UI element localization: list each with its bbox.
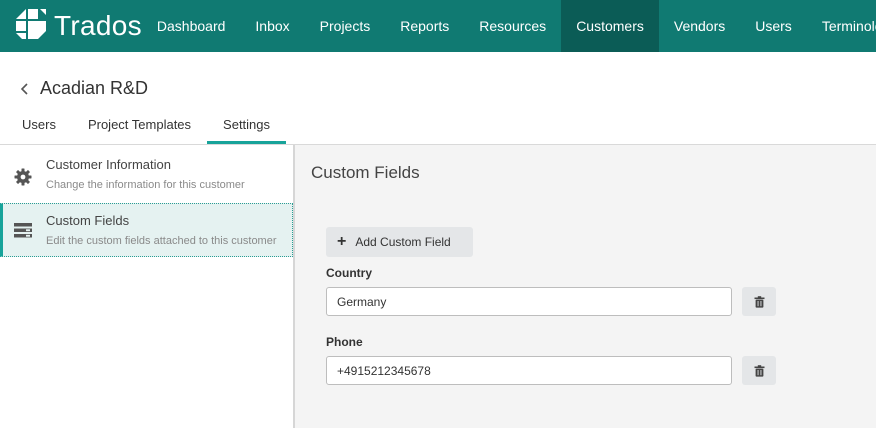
delete-phone-field-button[interactable] <box>742 356 776 385</box>
gear-icon <box>13 167 33 187</box>
sidebar-item-custom-fields[interactable]: Custom Fields Edit the custom fields att… <box>0 203 293 257</box>
sidebar-item-description: Edit the custom fields attached to this … <box>46 235 277 247</box>
back-chevron-icon[interactable] <box>18 80 32 98</box>
nav-item-projects[interactable]: Projects <box>305 0 386 52</box>
title-row: Acadian R&D <box>18 78 148 99</box>
section-title: Custom Fields <box>311 163 420 182</box>
phone-field-input[interactable] <box>326 356 732 385</box>
page-title: Acadian R&D <box>40 78 149 98</box>
nav-item-dashboard[interactable]: Dashboard <box>142 0 241 52</box>
brand-name: Trados <box>54 10 142 41</box>
delete-country-field-button[interactable] <box>742 287 776 316</box>
custom-fields-panel: Custom Fields + Add Custom Field Country… <box>295 145 876 428</box>
main-nav: Dashboard Inbox Projects Reports Resourc… <box>142 0 876 52</box>
plus-icon: + <box>337 233 347 250</box>
phone-field-label: Phone <box>326 335 363 349</box>
trados-logo-icon <box>14 7 48 46</box>
sidebar-item-title: Customer Information <box>46 157 171 172</box>
nav-item-reports[interactable]: Reports <box>385 0 464 52</box>
tab-users[interactable]: Users <box>6 112 72 144</box>
country-field-label: Country <box>326 266 372 280</box>
sidebar-item-customer-information[interactable]: Customer Information Change the informat… <box>0 149 293 203</box>
sidebar-item-title: Custom Fields <box>46 213 130 228</box>
tab-settings[interactable]: Settings <box>207 112 287 144</box>
settings-sidebar: Customer Information Change the informat… <box>0 145 295 428</box>
nav-item-customers[interactable]: Customers <box>561 0 659 52</box>
country-field-input[interactable] <box>326 287 732 316</box>
sidebar-item-description: Change the information for this customer <box>46 179 245 191</box>
nav-item-inbox[interactable]: Inbox <box>240 0 304 52</box>
nav-item-users[interactable]: Users <box>740 0 807 52</box>
add-custom-field-label: Add Custom Field <box>355 235 451 249</box>
top-navigation-bar: Trados Dashboard Inbox Projects Reports … <box>0 0 876 52</box>
tab-project-templates[interactable]: Project Templates <box>72 112 207 144</box>
nav-item-vendors[interactable]: Vendors <box>659 0 740 52</box>
nav-item-resources[interactable]: Resources <box>464 0 561 52</box>
trash-icon <box>754 295 764 308</box>
fields-icon <box>13 220 33 240</box>
add-custom-field-button[interactable]: + Add Custom Field <box>326 227 473 257</box>
customer-tabs: Users Project Templates Settings <box>6 112 287 145</box>
page-header: Acadian R&D Users Project Templates Sett… <box>0 52 876 145</box>
trash-icon <box>754 364 764 377</box>
nav-item-terminology[interactable]: Terminology <box>807 0 876 52</box>
brand[interactable]: Trados <box>0 0 142 52</box>
